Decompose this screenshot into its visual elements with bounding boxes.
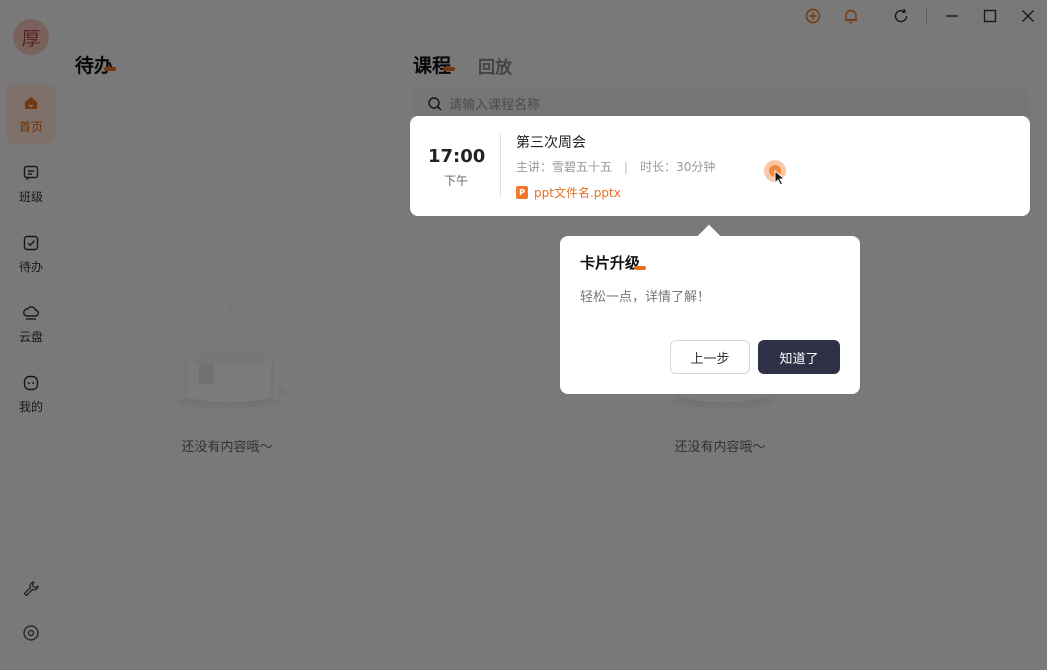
course-duration: 时长：30分钟	[640, 160, 716, 174]
course-meta: 主讲：雪碧五十五 | 时长：30分钟	[516, 158, 715, 175]
meta-separator: |	[624, 160, 629, 174]
course-card[interactable]: 17:00 下午 第三次周会 主讲：雪碧五十五 | 时长：30分钟 P ppt文件名…	[410, 116, 1030, 216]
tooltip-title: 卡片升级	[580, 254, 641, 272]
guide-tooltip: 卡片升级 轻松一点，详情了解！ 上一步 知道了	[560, 236, 860, 394]
course-file-name: ppt文件名.pptx	[534, 186, 621, 200]
tooltip-title-underline	[634, 266, 646, 270]
ppt-file-icon: P	[516, 186, 528, 199]
course-file-link[interactable]: P ppt文件名.pptx	[516, 184, 621, 201]
got-it-button[interactable]: 知道了	[758, 340, 840, 374]
course-period: 下午	[443, 174, 468, 188]
course-presenter: 主讲：雪碧五十五	[516, 160, 613, 174]
course-card-divider	[500, 134, 501, 198]
course-name: 第三次周会	[516, 135, 586, 151]
cursor-icon	[774, 170, 786, 186]
course-time: 17:00	[428, 146, 486, 167]
tooltip-description: 轻松一点，详情了解！	[580, 290, 711, 305]
guide-overlay[interactable]	[0, 0, 1047, 670]
previous-step-button[interactable]: 上一步	[670, 340, 750, 374]
